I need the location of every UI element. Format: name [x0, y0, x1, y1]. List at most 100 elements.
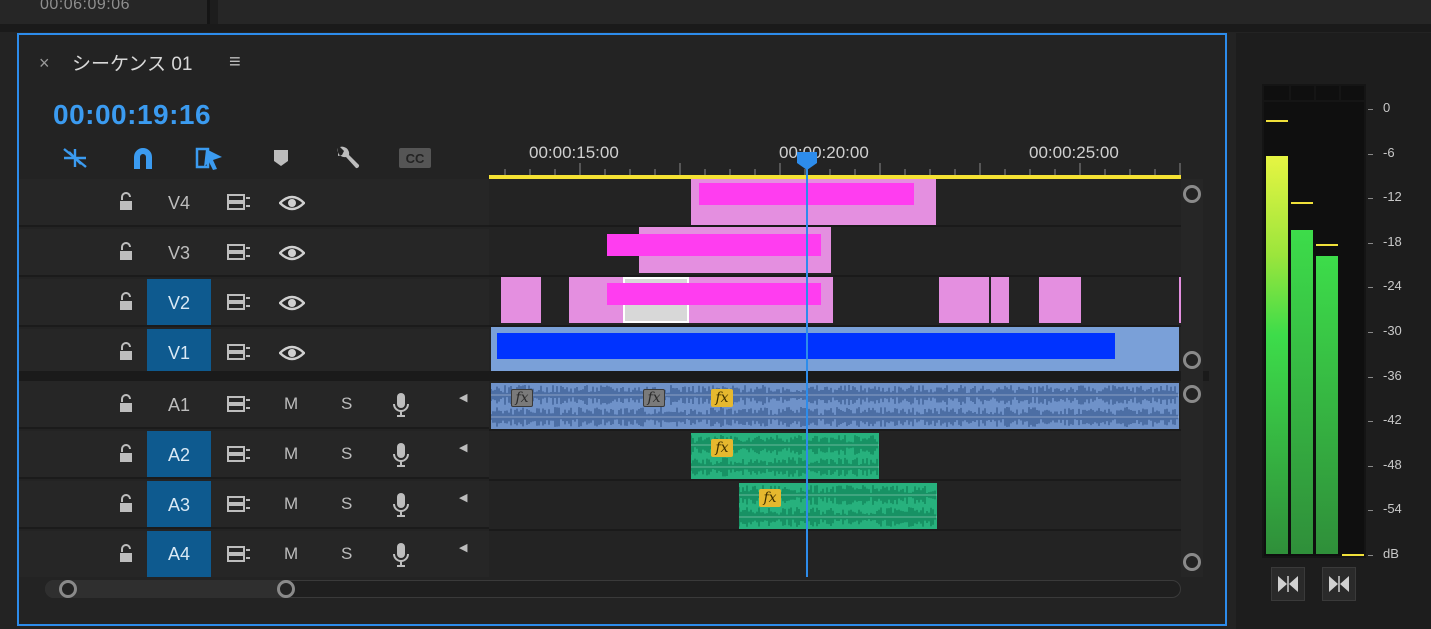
sync-lock-icon[interactable] — [226, 444, 252, 464]
scroll-knob[interactable] — [1183, 553, 1201, 571]
track-name-v2[interactable]: V2 — [147, 279, 211, 327]
lock-icon[interactable] — [117, 394, 135, 414]
solo-button[interactable]: S — [341, 444, 352, 464]
audio-tracks-area[interactable]: fx fx fx fx fx — [489, 381, 1181, 577]
sync-lock-icon[interactable] — [226, 544, 252, 564]
solo-button[interactable]: S — [341, 394, 352, 414]
playhead-timecode[interactable]: 00:00:19:16 — [53, 99, 211, 131]
program-toolbar — [218, 0, 1431, 24]
db-tick — [1368, 421, 1373, 423]
db-tick — [1368, 287, 1373, 289]
video-tracks-area[interactable] — [489, 179, 1181, 371]
solo-left-button[interactable] — [1271, 567, 1305, 601]
scroll-knob[interactable] — [1183, 351, 1201, 369]
linked-selection-icon[interactable] — [191, 143, 227, 173]
speaker-icon[interactable]: ◀ — [459, 441, 467, 454]
track-name-a1[interactable]: A1 — [147, 381, 211, 429]
mute-button[interactable]: M — [284, 494, 298, 514]
scroll-knob[interactable] — [1183, 185, 1201, 203]
fx-badge: fx — [643, 389, 665, 407]
vertical-scrollbar[interactable] — [1181, 179, 1203, 577]
speaker-icon[interactable]: ◀ — [459, 491, 467, 504]
track-name-a3[interactable]: A3 — [147, 481, 211, 529]
microphone-icon[interactable] — [391, 542, 411, 568]
mute-button[interactable]: M — [284, 444, 298, 464]
microphone-icon[interactable] — [391, 492, 411, 518]
db-label: -6 — [1383, 144, 1395, 160]
track-header-v4: V4 — [19, 179, 489, 227]
track-header-a4: A4 M S ◀ — [19, 531, 489, 577]
lock-icon[interactable] — [117, 292, 135, 312]
lock-icon[interactable] — [117, 544, 135, 564]
add-marker-icon[interactable] — [263, 143, 299, 173]
eye-icon[interactable] — [279, 194, 305, 212]
eye-icon[interactable] — [279, 294, 305, 312]
eye-icon[interactable] — [279, 344, 305, 362]
lane-separator — [489, 529, 1181, 531]
captions-icon[interactable]: CC — [397, 143, 433, 173]
microphone-icon[interactable] — [391, 392, 411, 418]
track-name-v1[interactable]: V1 — [147, 329, 211, 377]
solo-button[interactable]: S — [341, 494, 352, 514]
sequence-tab-title[interactable]: シーケンス 01 — [72, 49, 192, 76]
lock-icon[interactable] — [117, 342, 135, 362]
db-label: dB — [1383, 546, 1399, 561]
sync-lock-icon[interactable] — [226, 192, 252, 212]
snap-icon[interactable] — [125, 143, 161, 173]
svg-text:CC: CC — [406, 151, 425, 166]
db-tick — [1368, 153, 1373, 155]
wrench-icon[interactable] — [329, 143, 365, 173]
sync-lock-icon[interactable] — [226, 342, 252, 362]
video-clip[interactable] — [991, 277, 1009, 323]
video-clip[interactable] — [1039, 277, 1081, 323]
eye-icon[interactable] — [279, 244, 305, 262]
sync-lock-icon[interactable] — [226, 292, 252, 312]
sync-lock-icon[interactable] — [226, 394, 252, 414]
scroll-knob[interactable] — [277, 580, 295, 598]
sync-lock-icon[interactable] — [226, 494, 252, 514]
track-name-v4[interactable]: V4 — [147, 179, 211, 227]
lock-icon[interactable] — [117, 444, 135, 464]
fx-badge: fx — [711, 389, 733, 407]
track-name-a4[interactable]: A4 — [147, 531, 211, 577]
playhead-line[interactable] — [806, 153, 808, 577]
speaker-icon[interactable]: ◀ — [459, 391, 467, 404]
track-name-a2[interactable]: A2 — [147, 431, 211, 479]
db-tick — [1368, 376, 1373, 378]
close-icon[interactable]: × — [39, 53, 50, 74]
lock-icon[interactable] — [117, 494, 135, 514]
db-tick — [1368, 510, 1373, 512]
scroll-knob[interactable] — [59, 580, 77, 598]
lock-icon[interactable] — [117, 192, 135, 212]
microphone-icon[interactable] — [391, 442, 411, 468]
track-header-a1: A1 M S ◀ — [19, 381, 489, 429]
sync-lock-icon[interactable] — [226, 242, 252, 262]
horizontal-scroll-thumb[interactable] — [45, 580, 295, 598]
mute-button[interactable]: M — [284, 544, 298, 564]
panel-menu-icon[interactable]: ≡ — [229, 51, 241, 74]
solo-right-button[interactable] — [1322, 567, 1356, 601]
program-timecode-cell: 00:06:09:06 — [0, 0, 210, 24]
playhead-handle[interactable] — [796, 151, 818, 171]
track-name-v3[interactable]: V3 — [147, 229, 211, 277]
lock-icon[interactable] — [117, 242, 135, 262]
fx-badge: fx — [511, 389, 533, 407]
snap-insert-icon[interactable] — [57, 143, 93, 173]
video-clip[interactable] — [939, 277, 989, 323]
speaker-icon[interactable]: ◀ — [459, 541, 467, 554]
mute-button[interactable]: M — [284, 394, 298, 414]
audio-clip-a1[interactable] — [490, 383, 1179, 429]
video-audio-divider[interactable] — [19, 371, 1209, 381]
solo-button[interactable]: S — [341, 544, 352, 564]
ruler-ticks — [504, 163, 1181, 175]
db-tick — [1368, 242, 1373, 244]
video-clip[interactable] — [501, 277, 541, 323]
scroll-knob[interactable] — [1183, 385, 1201, 403]
track-separator — [19, 427, 489, 429]
fx-badge: fx — [711, 439, 733, 457]
top-strip: 00:06:09:06 — [0, 0, 1431, 24]
lane-separator — [489, 225, 1181, 227]
meter-bar-c — [1291, 230, 1313, 554]
meter-clip-indicators[interactable] — [1264, 86, 1364, 102]
db-tick — [1368, 332, 1373, 333]
